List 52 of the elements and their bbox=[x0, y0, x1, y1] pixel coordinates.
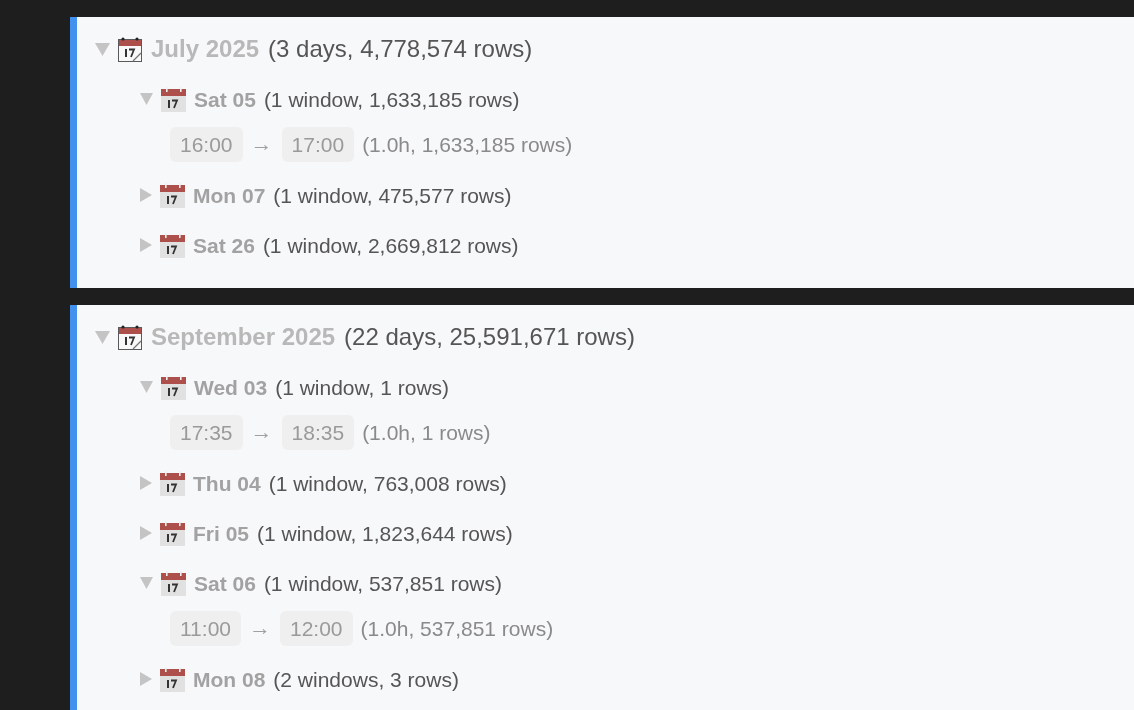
range-arrow: → bbox=[250, 133, 273, 155]
range-arrow: → bbox=[249, 617, 271, 639]
calendar-icon bbox=[160, 182, 185, 208]
day-summary: (1 window, 537,851 rows) bbox=[263, 572, 502, 594]
start-time: 16:00 bbox=[170, 126, 243, 162]
month-summary: (22 days, 25,591,671 rows) bbox=[344, 325, 635, 349]
expand-triangle-icon[interactable] bbox=[140, 526, 152, 540]
month-label: July 2025 bbox=[151, 37, 260, 61]
day-label: Fri 05 bbox=[193, 522, 250, 544]
end-time: 12:00 bbox=[280, 610, 353, 646]
collapse-triangle-icon[interactable] bbox=[95, 330, 110, 344]
day-summary: (2 windows, 3 rows) bbox=[273, 668, 459, 690]
window-summary: (1.0h, 537,851 rows) bbox=[360, 617, 554, 639]
window-summary: (1.0h, 1 rows) bbox=[362, 421, 491, 443]
collapse-triangle-icon[interactable] bbox=[140, 381, 153, 393]
expand-triangle-icon[interactable] bbox=[140, 476, 152, 490]
day-summary: (1 window, 1,633,185 rows) bbox=[263, 88, 520, 110]
end-time: 17:00 bbox=[281, 126, 355, 162]
day-label: Wed 03 bbox=[194, 376, 268, 398]
month-label: September 2025 bbox=[151, 325, 336, 349]
day-label: Mon 07 bbox=[193, 184, 266, 206]
calendar-icon bbox=[161, 86, 186, 112]
start-time: 11:00 bbox=[170, 610, 241, 646]
month-summary: (3 days, 4,778,574 rows) bbox=[268, 37, 533, 61]
collapse-triangle-icon[interactable] bbox=[95, 42, 110, 56]
day-summary: (1 window, 763,008 rows) bbox=[268, 472, 507, 494]
calendar-icon bbox=[118, 324, 142, 350]
collapse-triangle-icon[interactable] bbox=[140, 577, 153, 589]
calendar-icon bbox=[160, 232, 185, 258]
range-arrow: → bbox=[250, 421, 273, 443]
day-summary: (1 window, 1,823,644 rows) bbox=[257, 522, 513, 544]
day-summary: (1 window, 475,577 rows) bbox=[273, 184, 512, 206]
expand-triangle-icon[interactable] bbox=[140, 238, 152, 252]
day-label: Thu 04 bbox=[193, 472, 261, 494]
start-time: 17:35 bbox=[170, 414, 243, 450]
collapse-triangle-icon[interactable] bbox=[140, 93, 153, 105]
calendar-icon bbox=[118, 36, 142, 62]
calendar-icon bbox=[160, 470, 185, 496]
calendar-icon bbox=[160, 666, 185, 692]
day-label: Sat 26 bbox=[193, 234, 255, 256]
calendar-icon bbox=[161, 374, 186, 400]
day-summary: (1 window, 2,669,812 rows) bbox=[262, 234, 519, 256]
day-label: Mon 08 bbox=[193, 668, 266, 690]
expand-triangle-icon[interactable] bbox=[140, 672, 152, 686]
expand-triangle-icon[interactable] bbox=[140, 188, 152, 202]
calendar-icon bbox=[160, 520, 185, 546]
end-time: 18:35 bbox=[281, 414, 355, 450]
day-label: Sat 06 bbox=[194, 572, 256, 594]
window-summary: (1.0h, 1,633,185 rows) bbox=[362, 133, 573, 155]
calendar-icon bbox=[161, 570, 186, 596]
day-summary: (1 window, 1 rows) bbox=[275, 376, 450, 398]
day-label: Sat 05 bbox=[194, 88, 256, 110]
